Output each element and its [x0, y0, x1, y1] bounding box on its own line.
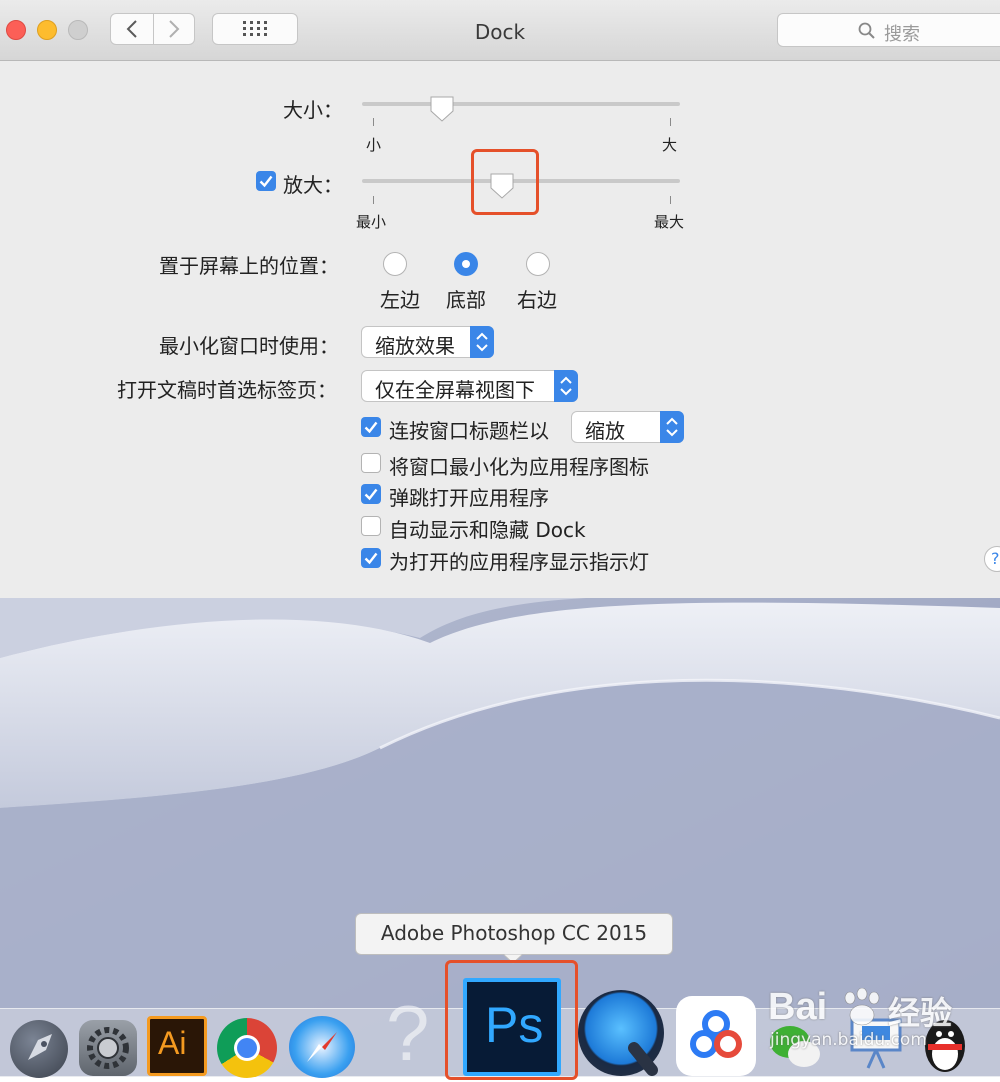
position-left-label: 左边	[380, 288, 420, 312]
dock-item-illustrator[interactable]: Ai	[147, 1016, 207, 1076]
position-label: 置于屏幕上的位置：	[159, 254, 339, 278]
search-placeholder: 搜索	[884, 24, 920, 45]
dock-item-system-preferences[interactable]	[79, 1020, 137, 1076]
minimize-into-app-label: 将窗口最小化为应用程序图标	[389, 455, 649, 479]
double-click-action-value: 缩放	[585, 419, 625, 443]
quicktime-icon	[628, 1042, 658, 1076]
watermark-brand: Bai	[768, 986, 828, 1028]
dock-item-baidu-netdisk[interactable]	[676, 996, 756, 1076]
animate-opening-label: 弹跳打开应用程序	[389, 486, 549, 510]
double-click-title-checkbox[interactable]	[361, 417, 381, 437]
minimize-effect-popup[interactable]: 缩放效果	[361, 326, 494, 358]
size-tick-max	[670, 118, 671, 126]
dock-preferences-window: Dock 搜索 大小： 小 大 放大： 最小 最大 置于屏幕上的位置： 左边 底…	[0, 0, 1000, 598]
double-click-action-popup[interactable]: 缩放	[571, 411, 684, 443]
double-click-title-label: 连按窗口标题栏以	[389, 419, 549, 443]
size-min-label: 小	[366, 136, 382, 154]
size-tick-min	[373, 118, 374, 126]
dock-item-unknown[interactable]: ?	[380, 989, 442, 1077]
updown-arrow-icon	[554, 370, 578, 402]
title-bar: Dock 搜索	[0, 0, 1000, 61]
dock-item-safari[interactable]	[289, 1016, 355, 1078]
updown-arrow-icon	[470, 326, 494, 358]
checkmark-icon	[259, 175, 273, 188]
size-label: 大小：	[283, 98, 343, 122]
show-indicators-checkbox[interactable]	[361, 548, 381, 568]
autohide-dock-checkbox[interactable]	[361, 516, 381, 536]
minimize-effect-value: 缩放效果	[375, 334, 455, 358]
ps-icon: Ps	[485, 997, 544, 1053]
magnification-label: 放大：	[283, 173, 343, 197]
prefer-tabs-value: 仅在全屏幕视图下	[375, 378, 535, 402]
prefer-tabs-label: 打开文稿时首选标签页：	[117, 378, 337, 402]
baidu-jingyan-watermark: Bai 经验 jingyan.baidu.com	[768, 986, 1000, 1056]
size-slider-thumb[interactable]	[429, 95, 455, 123]
checkmark-icon	[364, 552, 378, 565]
help-button[interactable]: ?	[984, 546, 1000, 572]
cloud-icon	[690, 1010, 742, 1058]
paw-icon	[844, 988, 880, 1026]
position-right-radio[interactable]	[526, 252, 550, 276]
gear-icon	[87, 1027, 129, 1069]
search-field[interactable]: 搜索	[777, 13, 1000, 47]
position-right-label: 右边	[517, 288, 557, 312]
prefer-tabs-popup[interactable]: 仅在全屏幕视图下	[361, 370, 578, 402]
help-label: ?	[991, 549, 1000, 568]
position-bottom-label: 底部	[446, 288, 486, 312]
question-icon: ?	[386, 989, 430, 1077]
ai-icon: Ai	[158, 1025, 187, 1061]
size-max-label: 大	[662, 136, 678, 154]
size-slider[interactable]	[362, 102, 680, 106]
magnification-max-label: 最大	[654, 213, 685, 231]
position-bottom-radio[interactable]	[454, 252, 478, 276]
checkmark-icon	[364, 421, 378, 434]
search-icon	[858, 22, 875, 39]
dock-item-chrome[interactable]	[217, 1018, 277, 1078]
dock-tooltip: Adobe Photoshop CC 2015	[355, 913, 673, 955]
autohide-dock-label: 自动显示和隐藏 Dock	[389, 518, 586, 542]
dock-item-quicktime[interactable]	[578, 990, 664, 1076]
dock-item-photoshop[interactable]: Ps	[463, 978, 561, 1076]
magnification-tick-min	[373, 196, 374, 204]
checkmark-icon	[364, 488, 378, 501]
magnification-checkbox[interactable]	[256, 171, 276, 191]
minimize-into-app-checkbox[interactable]	[361, 453, 381, 473]
magnification-thumb-highlight	[471, 149, 539, 215]
minimize-effect-label: 最小化窗口时使用：	[159, 334, 339, 358]
position-left-radio[interactable]	[383, 252, 407, 276]
updown-arrow-icon	[660, 411, 684, 443]
dock-item-launchpad[interactable]	[10, 1020, 68, 1078]
magnification-min-label: 最小	[356, 213, 387, 231]
watermark-url: jingyan.baidu.com	[770, 1030, 927, 1050]
animate-opening-checkbox[interactable]	[361, 484, 381, 504]
compass-icon	[307, 1032, 337, 1062]
watermark-brand-cn: 经验	[888, 994, 953, 1032]
rocket-icon	[28, 1034, 52, 1060]
dock-tooltip-text: Adobe Photoshop CC 2015	[380, 921, 648, 945]
chrome-icon	[234, 1035, 260, 1061]
magnification-tick-max	[670, 196, 671, 204]
show-indicators-label: 为打开的应用程序显示指示灯	[389, 550, 649, 574]
